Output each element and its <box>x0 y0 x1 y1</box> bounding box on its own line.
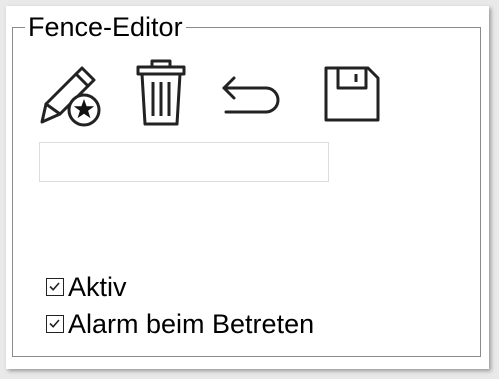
pencil-star-icon <box>40 66 101 127</box>
alarm-on-enter-checkbox-label: Alarm beim Betreten <box>68 309 315 339</box>
group-title: Fence-Editor <box>28 12 183 42</box>
fence-name-input[interactable] <box>39 142 329 182</box>
delete-fence-button[interactable] <box>126 58 196 128</box>
save-button[interactable] <box>316 58 386 128</box>
active-checkbox[interactable] <box>46 278 64 296</box>
edit-fence-button[interactable] <box>36 58 106 128</box>
undo-arrow-icon <box>222 76 280 114</box>
undo-button[interactable] <box>216 58 286 128</box>
trash-icon <box>136 59 186 126</box>
floppy-disk-icon <box>324 66 380 122</box>
alarm-on-enter-checkbox[interactable] <box>46 315 64 333</box>
alarm-on-enter-checkbox-row[interactable]: Alarm beim Betreten <box>46 308 314 340</box>
active-checkbox-label: Aktiv <box>68 272 127 302</box>
fence-editor-panel: Fence-Editor Aktiv Alarm beim Betreten <box>6 6 489 369</box>
checkmark-icon <box>49 319 60 328</box>
checkmark-icon <box>49 282 60 291</box>
active-checkbox-row[interactable]: Aktiv <box>46 271 127 303</box>
